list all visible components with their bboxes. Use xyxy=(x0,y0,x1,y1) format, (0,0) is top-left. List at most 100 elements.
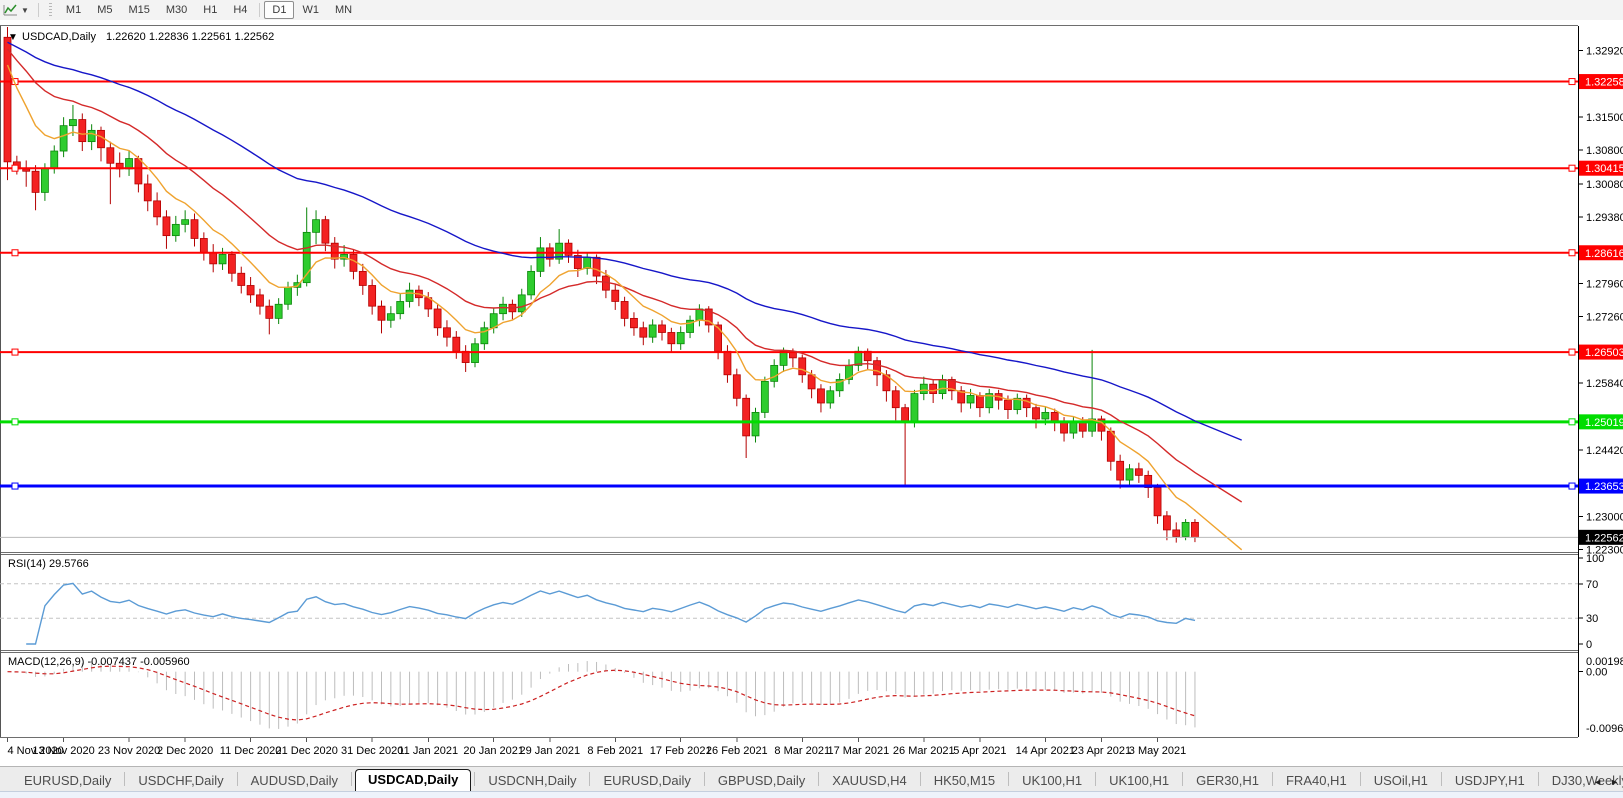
svg-text:1.32920: 1.32920 xyxy=(1586,45,1623,57)
date-tick-label: 8 Feb 2021 xyxy=(587,745,643,757)
tab-fra40-h1[interactable]: FRA40,H1 xyxy=(1276,771,1357,791)
tab-separator xyxy=(351,772,353,786)
tab-separator xyxy=(1008,772,1010,786)
date-tick-label: 23 Apr 2021 xyxy=(1072,745,1131,757)
charts-toolbar-button[interactable]: ▼ xyxy=(0,3,32,17)
svg-text:70: 70 xyxy=(1586,579,1598,591)
tab-separator xyxy=(1182,772,1184,786)
hline-handle[interactable] xyxy=(11,418,19,426)
tab-audusd-daily[interactable]: AUDUSD,Daily xyxy=(241,771,348,791)
tab-separator xyxy=(1271,772,1273,786)
toolbar-separator xyxy=(37,3,39,17)
svg-text:1.30800: 1.30800 xyxy=(1586,145,1623,157)
tab-separator xyxy=(703,772,705,786)
tab-separator xyxy=(919,772,921,786)
date-tick-label: 26 Mar 2021 xyxy=(893,745,955,757)
chart-tab-bar: EURUSD,Daily USDCHF,Daily AUDUSD,Daily USDC… xyxy=(0,766,1623,791)
tab-uk100-h1[interactable]: UK100,H1 xyxy=(1099,771,1179,791)
hline-handle[interactable] xyxy=(1568,418,1576,426)
svg-text:1.25019: 1.25019 xyxy=(1585,417,1623,429)
chart-title-symbol: USDCAD,Daily xyxy=(22,31,96,43)
svg-text:1.32258: 1.32258 xyxy=(1585,77,1623,89)
hline-handle[interactable] xyxy=(11,348,19,356)
svg-text:0.00: 0.00 xyxy=(1586,667,1607,679)
timeframe-button-h4[interactable]: H4 xyxy=(225,1,255,19)
svg-text:1.25840: 1.25840 xyxy=(1586,378,1623,390)
timeframe-button-m15[interactable]: M15 xyxy=(120,1,157,19)
tab-ger30-h1[interactable]: GER30,H1 xyxy=(1186,771,1269,791)
date-tick-label: 20 Jan 2021 xyxy=(463,745,524,757)
svg-text:1.30080: 1.30080 xyxy=(1586,179,1623,191)
date-tick-label: 17 Mar 2021 xyxy=(827,745,889,757)
date-tick-label: 23 Nov 2020 xyxy=(98,745,160,757)
svg-text:1.28616: 1.28616 xyxy=(1585,248,1623,260)
tab-xauusd-h4[interactable]: XAUUSD,H4 xyxy=(822,771,916,791)
date-tick-label: 8 Mar 2021 xyxy=(774,745,830,757)
hline-handle[interactable] xyxy=(1568,348,1576,356)
tab-scroll-left-icon[interactable]: ◄ xyxy=(1593,777,1602,787)
chevron-down-icon[interactable]: ▼ xyxy=(21,6,29,15)
timeframe-button-m1[interactable]: M1 xyxy=(58,1,89,19)
timeframe-button-m30[interactable]: M30 xyxy=(158,1,195,19)
toolbar-grip-handle[interactable] xyxy=(48,3,52,17)
timeframe-button-d1[interactable]: D1 xyxy=(264,1,295,19)
chart-line-icon xyxy=(3,4,17,16)
chart-canvas[interactable]: 1.32920 1.31500 1.30800 1.30080 1.29380 1.279… xyxy=(0,20,1623,766)
tab-usdcnh-daily[interactable]: USDCNH,Daily xyxy=(478,771,586,791)
svg-text:1.23653: 1.23653 xyxy=(1585,481,1623,493)
tab-eurusd-daily[interactable]: EURUSD,Daily xyxy=(14,771,121,791)
hline-handle[interactable] xyxy=(11,482,19,490)
date-tick-label: 2 Dec 2020 xyxy=(157,745,213,757)
date-tick-label: 29 Jan 2021 xyxy=(520,745,581,757)
svg-text:1.30415: 1.30415 xyxy=(1585,163,1623,175)
date-tick-label: 17 Feb 2021 xyxy=(650,745,712,757)
svg-text:1.26503: 1.26503 xyxy=(1585,347,1623,359)
date-tick-label: 31 Dec 2020 xyxy=(341,745,403,757)
tab-usdjpy-h1[interactable]: USDJPY,H1 xyxy=(1445,771,1535,791)
timeframe-button-h1[interactable]: H1 xyxy=(195,1,225,19)
date-tick-label: 14 Apr 2021 xyxy=(1016,745,1075,757)
svg-text:1.31500: 1.31500 xyxy=(1586,112,1623,124)
tab-separator xyxy=(1537,772,1539,786)
hline-handle[interactable] xyxy=(1568,482,1576,490)
hline-handle[interactable] xyxy=(1568,249,1576,257)
hline-handle[interactable] xyxy=(1568,164,1576,172)
hline-handle[interactable] xyxy=(11,164,19,172)
chart-title-ohlc: 1.22620 1.22836 1.22561 1.22562 xyxy=(106,31,274,43)
tab-usdcad-daily[interactable]: USDCAD,Daily xyxy=(355,769,472,791)
hline-handle[interactable] xyxy=(11,249,19,257)
svg-text:1.27960: 1.27960 xyxy=(1586,279,1623,291)
svg-text:1.27260: 1.27260 xyxy=(1586,311,1623,323)
svg-text:0: 0 xyxy=(1586,639,1592,651)
tab-separator xyxy=(589,772,591,786)
tab-hk50-m15[interactable]: HK50,M15 xyxy=(924,771,1005,791)
chart-window[interactable]: 1.32920 1.31500 1.30800 1.30080 1.29380 1.279… xyxy=(0,20,1623,766)
timeframe-button-m5[interactable]: M5 xyxy=(89,1,120,19)
date-tick-label: 13 Nov 2020 xyxy=(32,745,94,757)
top-toolbar: ▼ M1 M5 M15 M30 H1 H4 D1 W1 MN xyxy=(0,0,1623,21)
rsi-label: RSI(14) 29.5766 xyxy=(8,558,89,570)
tab-separator xyxy=(1440,772,1442,786)
tab-usoil-h1[interactable]: USOil,H1 xyxy=(1364,771,1438,791)
symbol-dropdown-icon[interactable]: ▼ xyxy=(8,32,18,43)
svg-text:1.23000: 1.23000 xyxy=(1586,512,1623,524)
svg-text:30: 30 xyxy=(1586,613,1598,625)
tab-separator xyxy=(236,772,238,786)
tab-scroll-right-icon[interactable]: ► xyxy=(1610,777,1619,787)
date-tick-label: 21 Dec 2020 xyxy=(276,745,338,757)
tab-gbpusd-daily[interactable]: GBPUSD,Daily xyxy=(708,771,815,791)
date-tick-label: 11 Jan 2021 xyxy=(398,745,458,757)
svg-text:1.22562: 1.22562 xyxy=(1585,532,1623,544)
date-tick-label: 11 Dec 2020 xyxy=(220,745,282,757)
tab-eurusd-daily[interactable]: EURUSD,Daily xyxy=(593,771,700,791)
tab-separator xyxy=(474,772,476,786)
tab-uk100-h1[interactable]: UK100,H1 xyxy=(1012,771,1092,791)
tab-separator xyxy=(1095,772,1097,786)
tab-separator xyxy=(1359,772,1361,786)
hline-handle[interactable] xyxy=(1568,78,1576,86)
timeframe-button-mn[interactable]: MN xyxy=(327,1,360,19)
svg-text:1.29380: 1.29380 xyxy=(1586,212,1623,224)
timeframe-button-w1[interactable]: W1 xyxy=(294,1,327,19)
date-tick-label: 5 Apr 2021 xyxy=(953,745,1006,757)
tab-usdchf-daily[interactable]: USDCHF,Daily xyxy=(128,771,233,791)
